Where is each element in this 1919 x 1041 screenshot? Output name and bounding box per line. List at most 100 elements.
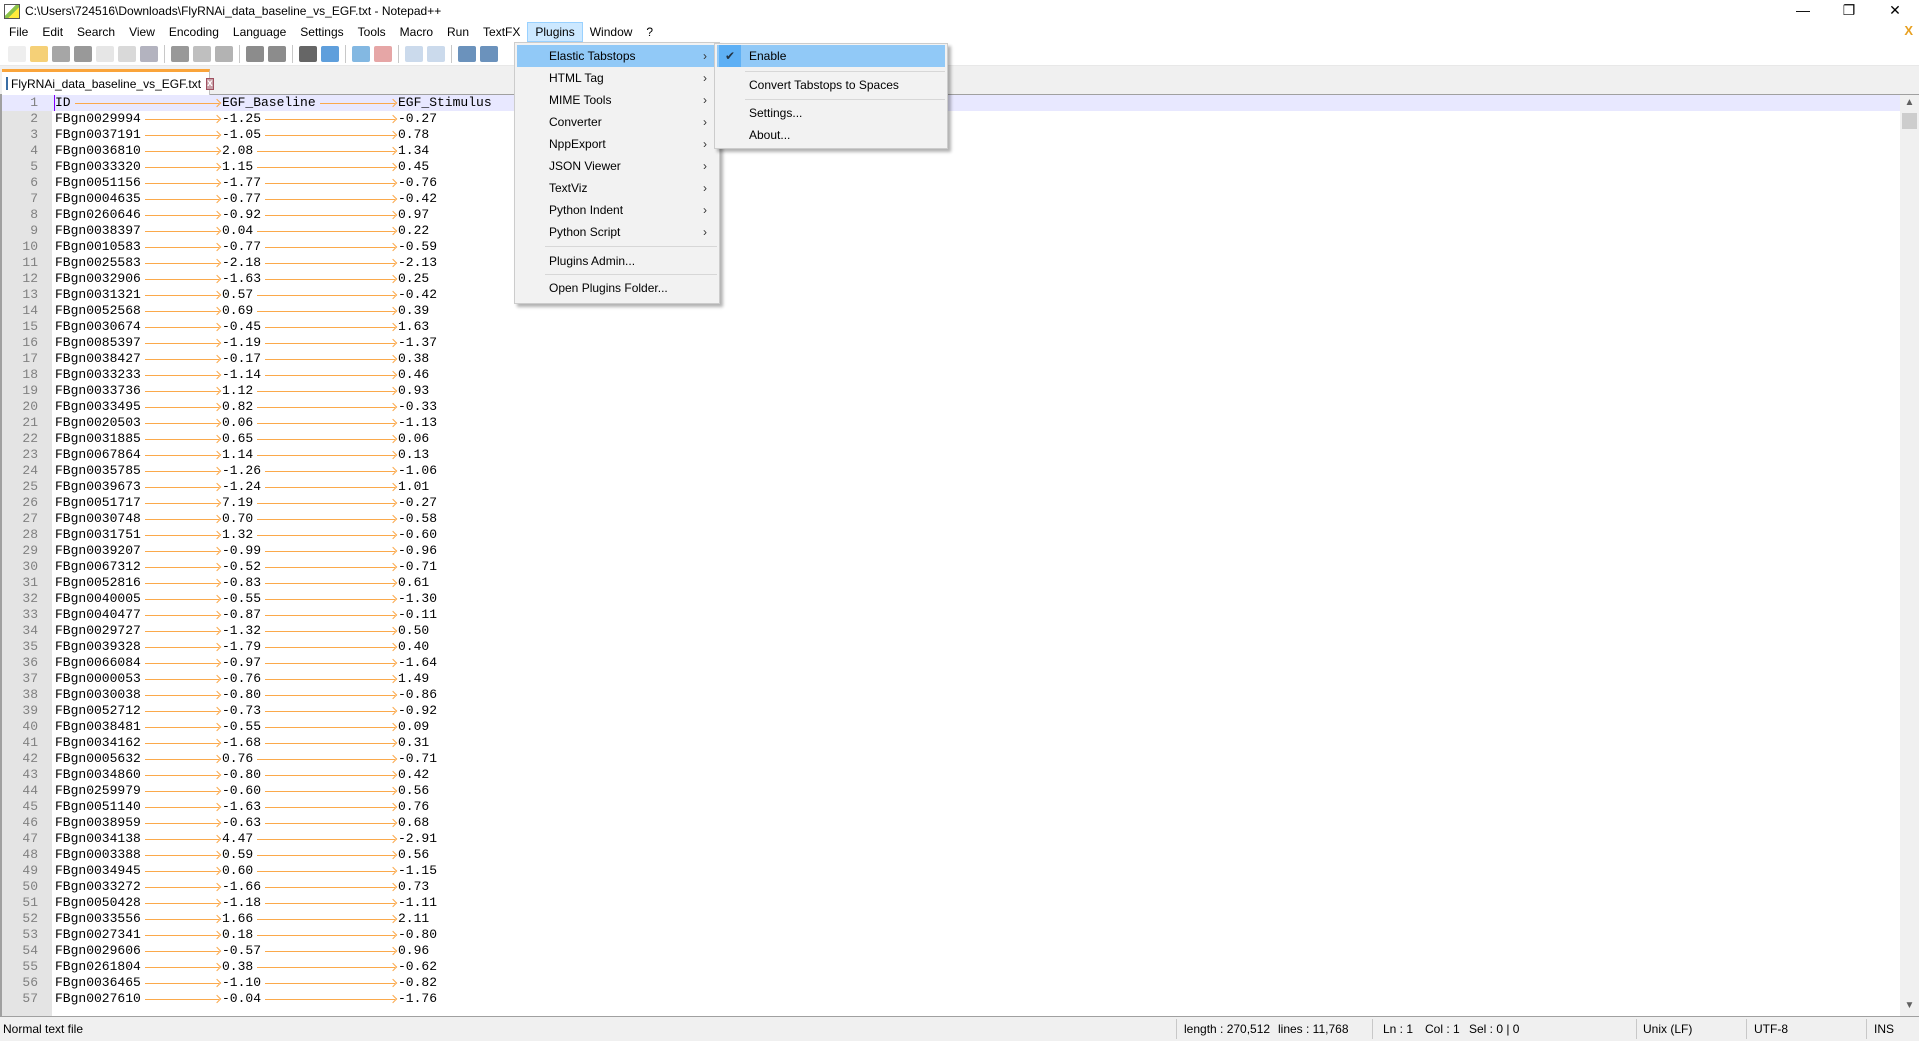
menu-language[interactable]: Language — [226, 22, 293, 42]
text-line[interactable]: 11 FBgn0025583 -2.18 -2.13 — [2, 255, 1900, 271]
text-line[interactable]: 24 FBgn0035785 -1.26 -1.06 — [2, 463, 1900, 479]
text-line[interactable]: 6 FBgn0051156 -1.77 -0.76 — [2, 175, 1900, 191]
copy-icon[interactable] — [193, 45, 211, 62]
menu-item-textviz[interactable]: TextViz › — [517, 177, 717, 199]
menu-edit[interactable]: Edit — [35, 22, 70, 42]
text-line[interactable]: 44 FBgn0259979 -0.60 0.56 — [2, 783, 1900, 799]
text-line[interactable]: 40 FBgn0038481 -0.55 0.09 — [2, 719, 1900, 735]
menu-item-nppexport[interactable]: NppExport › — [517, 133, 717, 155]
menu-settings[interactable]: Settings — [293, 22, 350, 42]
text-line[interactable]: 54 FBgn0029606 -0.57 0.96 — [2, 943, 1900, 959]
menu-help[interactable]: ? — [639, 22, 660, 42]
text-line[interactable]: 20 FBgn0033495 0.82 -0.33 — [2, 399, 1900, 415]
menu-search[interactable]: Search — [70, 22, 122, 42]
text-line[interactable]: 57 FBgn0027610 -0.04 -1.76 — [2, 991, 1900, 1007]
text-line[interactable]: 55 FBgn0261804 0.38 -0.62 — [2, 959, 1900, 975]
vertical-scrollbar[interactable]: ▲ ▼ — [1900, 95, 1919, 1016]
menu-view[interactable]: View — [122, 22, 162, 42]
text-line[interactable]: 38 FBgn0030038 -0.80 -0.86 — [2, 687, 1900, 703]
close-icon[interactable] — [96, 45, 114, 62]
text-line[interactable]: 36 FBgn0066084 -0.97 -1.64 — [2, 655, 1900, 671]
text-line[interactable]: 45 FBgn0051140 -1.63 0.76 — [2, 799, 1900, 815]
text-line[interactable]: 27 FBgn0030748 0.70 -0.58 — [2, 511, 1900, 527]
text-line[interactable]: 31 FBgn0052816 -0.83 0.61 — [2, 575, 1900, 591]
text-line[interactable]: 1 ID EGF_Baseline EGF_Stimulus — [2, 95, 1900, 111]
encoding[interactable]: UTF-8 — [1754, 1022, 1788, 1036]
text-line[interactable]: 48 FBgn0003388 0.59 0.56 — [2, 847, 1900, 863]
sync-vertical-icon[interactable] — [405, 45, 423, 62]
text-line[interactable]: 50 FBgn0033272 -1.66 0.73 — [2, 879, 1900, 895]
text-line[interactable]: 28 FBgn0031751 1.32 -0.60 — [2, 527, 1900, 543]
text-line[interactable]: 46 FBgn0038959 -0.63 0.68 — [2, 815, 1900, 831]
text-line[interactable]: 56 FBgn0036465 -1.10 -0.82 — [2, 975, 1900, 991]
cut-icon[interactable] — [171, 45, 189, 62]
text-line[interactable]: 17 FBgn0038427 -0.17 0.38 — [2, 351, 1900, 367]
zoom-out-icon[interactable] — [374, 45, 392, 62]
menu-item-python-indent[interactable]: Python Indent › — [517, 199, 717, 221]
scrollbar-thumb[interactable] — [1902, 113, 1917, 129]
scroll-down-icon[interactable]: ▼ — [1900, 1000, 1919, 1014]
new-file-icon[interactable] — [8, 45, 26, 62]
insert-mode[interactable]: INS — [1874, 1022, 1894, 1036]
text-line[interactable]: 35 FBgn0039328 -1.79 0.40 — [2, 639, 1900, 655]
text-line[interactable]: 49 FBgn0034945 0.60 -1.15 — [2, 863, 1900, 879]
menu-item-plugins-admin[interactable]: Plugins Admin... — [517, 250, 717, 272]
text-line[interactable]: 52 FBgn0033556 1.66 2.11 — [2, 911, 1900, 927]
text-line[interactable]: 13 FBgn0031321 0.57 -0.42 — [2, 287, 1900, 303]
sync-horizontal-icon[interactable] — [427, 45, 445, 62]
menu-item-mime-tools[interactable]: MIME Tools › — [517, 89, 717, 111]
submenu-item-convert-tabstops-to-spaces[interactable]: Convert Tabstops to Spaces — [717, 74, 945, 96]
eol-format[interactable]: Unix (LF) — [1643, 1022, 1692, 1036]
scroll-up-icon[interactable]: ▲ — [1900, 97, 1919, 111]
text-line[interactable]: 4 FBgn0036810 2.08 1.34 — [2, 143, 1900, 159]
text-line[interactable]: 23 FBgn0067864 1.14 0.13 — [2, 447, 1900, 463]
text-line[interactable]: 22 FBgn0031885 0.65 0.06 — [2, 431, 1900, 447]
submenu-item-about[interactable]: About... — [717, 124, 945, 146]
minimize-button[interactable]: — — [1780, 0, 1826, 22]
text-line[interactable]: 26 FBgn0051717 7.19 -0.27 — [2, 495, 1900, 511]
undo-icon[interactable] — [246, 45, 264, 62]
text-line[interactable]: 34 FBgn0029727 -1.32 0.50 — [2, 623, 1900, 639]
text-line[interactable]: 7 FBgn0004635 -0.77 -0.42 — [2, 191, 1900, 207]
text-line[interactable]: 53 FBgn0027341 0.18 -0.80 — [2, 927, 1900, 943]
submenu-item-settings[interactable]: Settings... — [717, 102, 945, 124]
text-line[interactable]: 8 FBgn0260646 -0.92 0.97 — [2, 207, 1900, 223]
text-line[interactable]: 10 FBgn0010583 -0.77 -0.59 — [2, 239, 1900, 255]
text-line[interactable]: 47 FBgn0034138 4.47 -2.91 — [2, 831, 1900, 847]
menu-macro[interactable]: Macro — [393, 22, 440, 42]
close-window-button[interactable]: ✕ — [1872, 0, 1918, 22]
show-all-chars-icon[interactable] — [480, 45, 498, 62]
menu-item-html-tag[interactable]: HTML Tag › — [517, 67, 717, 89]
close-document-button[interactable]: X — [1904, 23, 1913, 38]
close-all-icon[interactable] — [118, 45, 136, 62]
menu-window[interactable]: Window — [583, 22, 640, 42]
menu-item-python-script[interactable]: Python Script › — [517, 221, 717, 243]
menu-item-elastic-tabstops[interactable]: Elastic Tabstops › — [517, 45, 717, 67]
menu-plugins[interactable]: Plugins — [527, 22, 583, 42]
menu-file[interactable]: File — [2, 22, 35, 42]
word-wrap-icon[interactable] — [458, 45, 476, 62]
menu-tools[interactable]: Tools — [351, 22, 393, 42]
text-line[interactable]: 51 FBgn0050428 -1.18 -1.11 — [2, 895, 1900, 911]
text-line[interactable]: 25 FBgn0039673 -1.24 1.01 — [2, 479, 1900, 495]
text-line[interactable]: 15 FBgn0030674 -0.45 1.63 — [2, 319, 1900, 335]
text-line[interactable]: 32 FBgn0040005 -0.55 -1.30 — [2, 591, 1900, 607]
text-line[interactable]: 3 FBgn0037191 -1.05 0.78 — [2, 127, 1900, 143]
text-line[interactable]: 37 FBgn0000053 -0.76 1.49 — [2, 671, 1900, 687]
menu-run[interactable]: Run — [440, 22, 476, 42]
text-line[interactable]: 33 FBgn0040477 -0.87 -0.11 — [2, 607, 1900, 623]
text-line[interactable]: 9 FBgn0038397 0.04 0.22 — [2, 223, 1900, 239]
text-line[interactable]: 29 FBgn0039207 -0.99 -0.96 — [2, 543, 1900, 559]
text-line[interactable]: 21 FBgn0020503 0.06 -1.13 — [2, 415, 1900, 431]
find-icon[interactable] — [299, 45, 317, 62]
text-line[interactable]: 39 FBgn0052712 -0.73 -0.92 — [2, 703, 1900, 719]
text-line[interactable]: 16 FBgn0085397 -1.19 -1.37 — [2, 335, 1900, 351]
save-icon[interactable] — [52, 45, 70, 62]
text-line[interactable]: 18 FBgn0033233 -1.14 0.46 — [2, 367, 1900, 383]
save-all-icon[interactable] — [74, 45, 92, 62]
tab-close-icon[interactable]: x — [206, 77, 214, 90]
text-line[interactable]: 42 FBgn0005632 0.76 -0.71 — [2, 751, 1900, 767]
text-line[interactable]: 19 FBgn0033736 1.12 0.93 — [2, 383, 1900, 399]
menu-textfx[interactable]: TextFX — [476, 22, 527, 42]
redo-icon[interactable] — [268, 45, 286, 62]
